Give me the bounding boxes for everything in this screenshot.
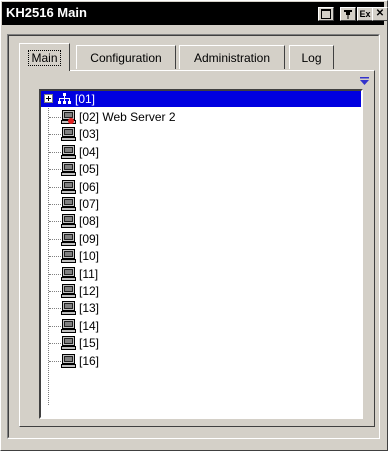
tree-port-label: [12] bbox=[79, 284, 100, 298]
computer-icon bbox=[61, 284, 76, 298]
title-bar[interactable]: KH2516 Main Ex ✕ bbox=[2, 2, 388, 25]
tree-port-row[interactable]: [14] bbox=[61, 318, 99, 334]
computer-icon bbox=[61, 197, 76, 211]
computer-icon bbox=[61, 336, 76, 351]
tree-port-label: [04] bbox=[79, 144, 100, 159]
computer-icon bbox=[61, 162, 76, 177]
tree-port-row[interactable]: [08] bbox=[61, 213, 99, 229]
tree-port-label: [05] bbox=[79, 162, 100, 177]
computer-icon bbox=[61, 127, 76, 142]
computer-icon bbox=[61, 144, 76, 159]
tree-port-row[interactable]: [04] bbox=[61, 144, 99, 160]
tree-port-label: [02] Web Server 2 bbox=[79, 110, 176, 124]
tree-port-row[interactable]: [07] bbox=[61, 196, 99, 212]
expand-collapse-icon[interactable] bbox=[44, 94, 53, 103]
tree-branch-line bbox=[49, 151, 61, 153]
exit-button[interactable]: Ex bbox=[357, 7, 373, 21]
tree-port-row[interactable]: [12] bbox=[61, 283, 99, 299]
computer-icon bbox=[61, 353, 76, 368]
computer-icon bbox=[61, 318, 76, 333]
tree-port-row[interactable]: [15] bbox=[61, 335, 99, 351]
tree-branch-line bbox=[49, 291, 61, 292]
tree-branch-line bbox=[49, 343, 61, 345]
tree-port-row[interactable]: [06] bbox=[61, 179, 99, 195]
tree-port-row[interactable]: [05] bbox=[61, 161, 99, 177]
tree-branch-line bbox=[49, 273, 61, 275]
tree-port-label: [09] bbox=[79, 231, 100, 246]
tab-administration[interactable]: Administration bbox=[179, 45, 285, 69]
tree-port-label: [07] bbox=[79, 197, 100, 211]
computer-icon bbox=[61, 179, 76, 194]
pin-button[interactable] bbox=[340, 7, 356, 21]
tree-branch-line bbox=[49, 204, 61, 205]
tree-branch-line bbox=[49, 134, 61, 136]
tree-branch-line bbox=[49, 360, 61, 362]
tree-branch-line bbox=[49, 238, 61, 240]
tree-root-row[interactable]: [01] bbox=[41, 91, 361, 107]
tree-port-row[interactable]: [13] bbox=[61, 300, 99, 316]
tree-port-label: [11] bbox=[79, 266, 99, 281]
tree-port-row[interactable]: [03] bbox=[61, 126, 99, 142]
tab-log-label: Log bbox=[301, 50, 322, 65]
close-button[interactable]: ✕ bbox=[372, 7, 388, 21]
tree-branch-line bbox=[49, 325, 61, 327]
computer-icon bbox=[61, 301, 76, 316]
tree-port-label: [14] bbox=[79, 318, 100, 333]
close-icon: ✕ bbox=[375, 8, 385, 19]
tab-configuration-label: Configuration bbox=[90, 50, 162, 65]
tree-port-label: [15] bbox=[79, 336, 100, 351]
tab-administration-label: Administration bbox=[193, 50, 271, 65]
tree-branch-line bbox=[49, 308, 61, 310]
tree-root-label: [01] bbox=[75, 92, 96, 106]
restore-button[interactable] bbox=[318, 7, 334, 21]
tab-main-label: Main bbox=[28, 49, 61, 66]
tree-branch-line bbox=[49, 221, 61, 223]
computer-icon bbox=[61, 266, 76, 281]
dropdown-arrow-icon[interactable] bbox=[360, 77, 369, 85]
pin-icon bbox=[344, 10, 352, 19]
tree-port-label: [16] bbox=[79, 353, 100, 368]
computer-online-icon bbox=[61, 110, 76, 124]
port-tree[interactable]: [01] [02] Web Server 2 [03] [04] [05] [06] [0… bbox=[39, 89, 363, 419]
tree-port-row[interactable]: [09] bbox=[61, 231, 99, 247]
computer-icon bbox=[61, 231, 76, 246]
computer-icon bbox=[61, 249, 76, 264]
network-icon bbox=[58, 93, 71, 104]
tree-branch-line bbox=[49, 117, 61, 118]
tab-log[interactable]: Log bbox=[289, 45, 334, 69]
tree-port-label: [10] bbox=[79, 249, 100, 264]
restore-icon bbox=[321, 9, 331, 19]
tree-port-label: [08] bbox=[79, 214, 100, 229]
tab-configuration[interactable]: Configuration bbox=[76, 45, 176, 69]
tree-branch-line bbox=[49, 256, 61, 258]
tree-branch-line bbox=[49, 186, 61, 188]
tree-port-row[interactable]: [11] bbox=[61, 266, 98, 282]
tree-port-row[interactable]: [02] Web Server 2 bbox=[61, 109, 176, 125]
tab-main[interactable]: Main bbox=[19, 43, 70, 71]
tree-port-label: [13] bbox=[79, 301, 100, 316]
window-title: KH2516 Main bbox=[6, 5, 87, 20]
computer-icon bbox=[61, 214, 76, 229]
tree-branch-line bbox=[49, 169, 61, 171]
tree-port-row[interactable]: [16] bbox=[61, 353, 99, 369]
tree-port-row[interactable]: [10] bbox=[61, 248, 99, 264]
tree-port-label: [03] bbox=[79, 127, 100, 142]
tree-port-label: [06] bbox=[79, 179, 100, 194]
